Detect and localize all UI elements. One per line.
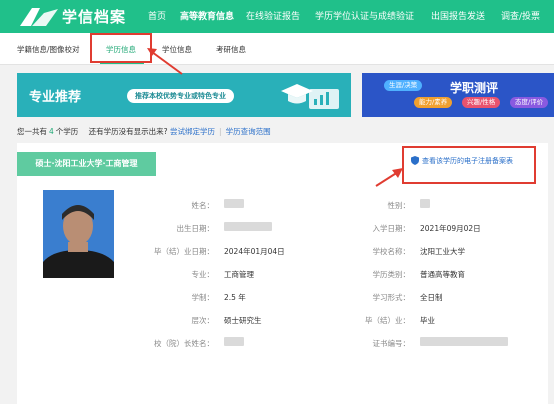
top-nav: 学信档案 首页 高等教育信息 在线验证报告 学历学位认证与成绩验证 出国报告发送… bbox=[0, 0, 554, 33]
label-major: 专业： bbox=[191, 270, 215, 279]
tab-degree-info[interactable]: 学位信息 bbox=[162, 44, 192, 55]
banner-tag: 兴趣/性格 bbox=[462, 97, 501, 108]
label-school: 学校名称： bbox=[372, 247, 411, 256]
bind-education-link[interactable]: 尝试绑定学历 bbox=[170, 127, 215, 136]
degree-tab: 硕士·沈阳工业大学·工商管理 bbox=[17, 152, 156, 176]
count-prefix: 您一共有 bbox=[17, 127, 47, 136]
tab-enrollment-info[interactable]: 学籍信息/图像校对 bbox=[17, 44, 80, 55]
sub-nav: 学籍信息/图像校对 学历信息 学位信息 考研信息 bbox=[0, 33, 554, 65]
name-value-blurred bbox=[224, 199, 244, 208]
certificate-no-blurred bbox=[420, 337, 508, 346]
banner-tag: 态度/评价 bbox=[510, 97, 549, 108]
missing-question: 还有学历没有显示出来? bbox=[88, 127, 168, 136]
level-value: 硕士研究生 bbox=[224, 316, 262, 325]
major-recommend-banner[interactable]: 专业推荐 推荐本校优势专业或特色专业 bbox=[17, 73, 351, 117]
enroll-date-value: 2021年09月02日 bbox=[420, 224, 481, 233]
study-form-value: 全日制 bbox=[420, 293, 443, 302]
gender-value-blurred bbox=[420, 199, 430, 208]
banner-title: 学职测评 bbox=[450, 81, 499, 95]
label-conclusion: 毕（结）业： bbox=[365, 316, 410, 325]
person-avatar-icon bbox=[43, 190, 114, 278]
label-category: 学历类别： bbox=[372, 270, 411, 279]
highlight-box-link bbox=[402, 146, 536, 184]
nav-higher-education[interactable]: 高等教育信息 bbox=[180, 9, 234, 22]
count-suffix: 个学历 bbox=[55, 127, 79, 136]
label-name: 姓名： bbox=[191, 201, 215, 210]
label-graduation-date: 毕（结）业日期： bbox=[154, 247, 214, 256]
brand-logo[interactable]: 学信档案 bbox=[18, 4, 136, 30]
school-value: 沈阳工业大学 bbox=[420, 247, 465, 256]
category-value: 普通高等教育 bbox=[420, 270, 465, 279]
banner-pill: 推荐本校优势专业或特色专业 bbox=[127, 89, 234, 103]
banner-tag: 生涯/决策 bbox=[384, 80, 423, 91]
president-value-blurred bbox=[224, 337, 244, 346]
student-photo bbox=[43, 190, 114, 278]
nav-overseas-report[interactable]: 出国报告发送 bbox=[431, 9, 485, 22]
query-range-link[interactable]: 学历查询范围 bbox=[226, 127, 271, 136]
duration-value: 2.5 年 bbox=[224, 293, 246, 302]
highlight-box-tab bbox=[90, 33, 152, 63]
career-test-banner[interactable]: 生涯/决策 学职测评 能力/素养 兴趣/性格 态度/评价 bbox=[362, 73, 554, 117]
conclusion-value: 毕业 bbox=[420, 316, 435, 325]
tab-postgrad-info[interactable]: 考研信息 bbox=[216, 44, 246, 55]
banner-title: 专业推荐 bbox=[29, 90, 82, 105]
label-study-form: 学习形式： bbox=[372, 293, 411, 302]
birth-value-blurred bbox=[224, 222, 272, 231]
label-president-name: 校（院）长姓名： bbox=[154, 339, 214, 348]
nav-online-report[interactable]: 在线验证报告 bbox=[246, 9, 300, 22]
banner-tag: 能力/素养 bbox=[414, 97, 453, 108]
nav-survey[interactable]: 调查/投票 bbox=[501, 9, 540, 22]
nav-certification[interactable]: 学历学位认证与成绩验证 bbox=[315, 9, 414, 22]
label-duration: 学制： bbox=[191, 293, 215, 302]
label-birth-date: 出生日期： bbox=[176, 224, 215, 233]
label-enroll-date: 入学日期： bbox=[372, 224, 411, 233]
label-certificate-no: 证书编号： bbox=[372, 339, 411, 348]
graduation-cap-icon bbox=[281, 84, 339, 109]
nav-home[interactable]: 首页 bbox=[148, 9, 166, 22]
divider: | bbox=[219, 127, 222, 136]
graduation-date-value: 2024年01月04日 bbox=[224, 247, 285, 256]
major-value: 工商管理 bbox=[224, 270, 254, 279]
education-count-line: 您一共有 4 个学历 还有学历没有显示出来? 尝试绑定学历 | 学历查询范围 bbox=[17, 126, 271, 137]
label-level: 层次： bbox=[191, 316, 215, 325]
brand-name: 学信档案 bbox=[62, 8, 127, 26]
education-count: 4 bbox=[49, 127, 54, 136]
logo-icon bbox=[20, 8, 58, 26]
label-gender: 性别： bbox=[387, 201, 411, 210]
